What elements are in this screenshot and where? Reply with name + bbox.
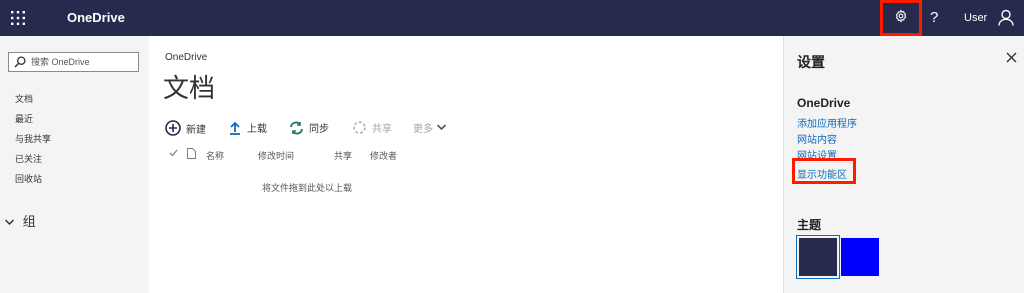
- theme-swatch-dark-navy[interactable]: [796, 235, 840, 279]
- column-header-modified[interactable]: 修改时间: [258, 149, 294, 162]
- top-bar: OneDrive ? User: [0, 0, 1024, 36]
- nav-item-followed[interactable]: 已关注: [15, 152, 42, 165]
- more-label: 更多: [413, 124, 433, 135]
- upload-button[interactable]: 上载: [228, 120, 267, 135]
- settings-section-title: OneDrive: [797, 96, 851, 110]
- groups-toggle[interactable]: 组: [4, 211, 36, 230]
- share-button[interactable]: 共享: [352, 120, 392, 135]
- settings-panel: 设置 OneDrive 添加应用程序 网站内容 网站设置 显示功能区 主题: [783, 36, 1024, 293]
- add-app-link[interactable]: 添加应用程序: [797, 115, 857, 130]
- sync-icon: [289, 121, 304, 135]
- close-icon[interactable]: [1006, 50, 1017, 67]
- app-name[interactable]: OneDrive: [67, 10, 125, 25]
- upload-label: 上载: [247, 124, 267, 135]
- file-type-icon: [187, 148, 196, 161]
- user-name[interactable]: User: [964, 12, 987, 24]
- app-launcher-icon[interactable]: [9, 9, 27, 27]
- new-button[interactable]: 新建: [165, 120, 206, 136]
- sync-label: 同步: [309, 124, 329, 135]
- column-header-shared[interactable]: 共享: [334, 149, 352, 162]
- show-ribbon-label: 显示功能区: [797, 170, 847, 181]
- empty-drop-message: 将文件拖到此处以上载: [262, 183, 353, 193]
- upload-icon: [228, 121, 242, 135]
- show-ribbon-link[interactable]: 显示功能区: [792, 158, 856, 184]
- column-header-name[interactable]: 名称: [206, 149, 224, 162]
- nav-item-documents[interactable]: 文档: [15, 92, 33, 105]
- select-all-checkmark-icon[interactable]: [169, 149, 178, 159]
- help-button[interactable]: ?: [930, 9, 938, 26]
- left-navigation: 文档 最近 与我共享 已关注 回收站 组: [0, 36, 149, 293]
- site-contents-link[interactable]: 网站内容: [797, 131, 837, 146]
- user-icon[interactable]: [998, 9, 1014, 31]
- search-icon: [14, 56, 26, 68]
- groups-label: 组: [22, 214, 36, 229]
- settings-panel-title: 设置: [797, 54, 825, 70]
- column-header-modified-by[interactable]: 修改者: [370, 149, 397, 162]
- theme-swatch-blue[interactable]: [841, 238, 879, 276]
- nav-item-shared-with-me[interactable]: 与我共享: [15, 132, 51, 145]
- chevron-down-icon: [4, 218, 17, 229]
- settings-button[interactable]: [880, 0, 922, 36]
- nav-item-recent[interactable]: 最近: [15, 112, 33, 125]
- share-icon: [352, 120, 367, 135]
- sync-button[interactable]: 同步: [289, 120, 329, 135]
- gear-icon: [894, 8, 908, 28]
- theme-section-title: 主题: [797, 218, 822, 232]
- share-label: 共享: [372, 124, 392, 135]
- main-content: OneDrive 文档 新建 上载 同步 共享 更多 名称 修改时间 共享 修改…: [149, 36, 783, 293]
- new-label: 新建: [186, 124, 206, 136]
- nav-item-recycle-bin[interactable]: 回收站: [15, 172, 42, 185]
- search-input[interactable]: [31, 54, 135, 70]
- chevron-down-icon: [437, 124, 446, 131]
- more-button[interactable]: 更多: [413, 120, 451, 135]
- search-box[interactable]: [8, 52, 139, 72]
- plus-circle-icon: [165, 120, 181, 136]
- breadcrumb[interactable]: OneDrive: [165, 52, 207, 63]
- page-title: 文档: [163, 73, 216, 103]
